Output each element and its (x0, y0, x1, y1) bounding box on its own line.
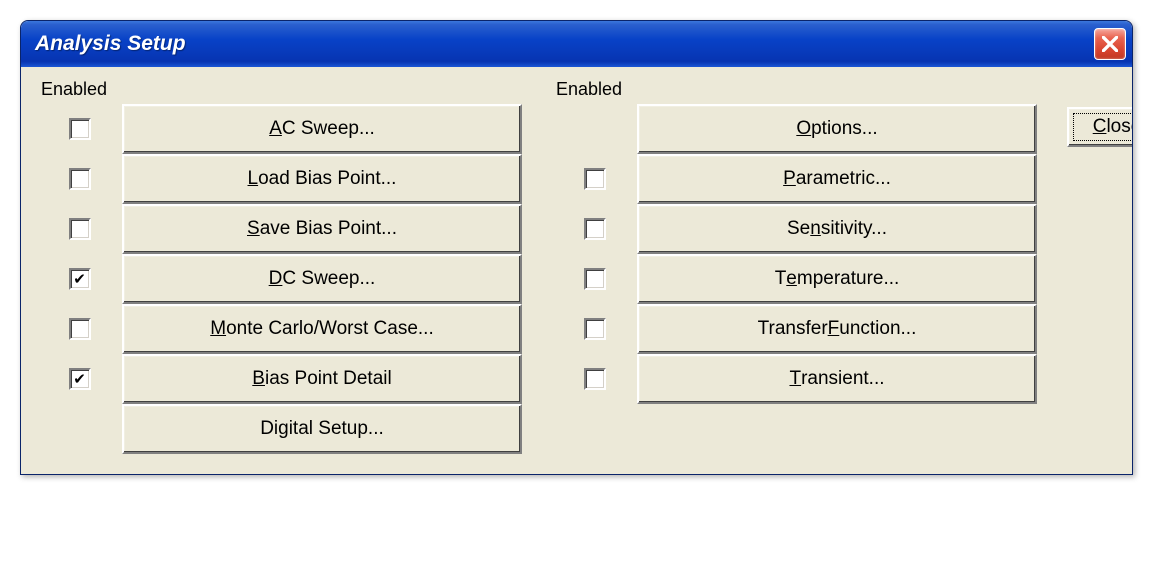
columns-container: Enabled AC Sweep...Load Bias Point...Sav… (37, 79, 1116, 454)
checkbox-cell (37, 318, 122, 340)
close-button-focus-ring: Close (1073, 113, 1133, 141)
button-label-mnemonic: e (786, 268, 797, 290)
right-analysis-button-1[interactable]: Parametric... (637, 154, 1037, 204)
button-label-mnemonic: A (269, 118, 282, 140)
right-checkbox-1[interactable] (584, 168, 606, 190)
checkbox-cell (37, 418, 122, 440)
checkbox-cell: ✔ (37, 268, 122, 290)
right-analysis-button-0[interactable]: Options... (637, 104, 1037, 154)
left-analysis-button-3[interactable]: DC Sweep... (122, 254, 522, 304)
checkbox-cell (552, 368, 637, 390)
button-label-mnemonic: n (810, 218, 821, 240)
left-column: Enabled AC Sweep...Load Bias Point...Sav… (37, 79, 522, 454)
button-label-mnemonic: P (783, 168, 796, 190)
window-title: Analysis Setup (35, 32, 186, 56)
close-button[interactable]: Close (1067, 107, 1133, 147)
close-icon[interactable] (1094, 28, 1126, 60)
checkbox-cell (552, 218, 637, 240)
left-row: ✔ Bias Point Detail (37, 354, 522, 404)
right-row: Transfer Function... (552, 304, 1037, 354)
button-label-post: C Sweep... (282, 118, 375, 140)
button-label-post: oad Bias Point... (258, 168, 396, 190)
checkbox-cell (552, 318, 637, 340)
analysis-setup-dialog: Analysis Setup Enabled AC Sweep...Load B… (20, 20, 1133, 475)
right-row: Options... (552, 104, 1037, 154)
left-analysis-button-1[interactable]: Load Bias Point... (122, 154, 522, 204)
left-row: Save Bias Point... (37, 204, 522, 254)
button-label-pre: Transfer (758, 318, 828, 340)
checkbox-cell (552, 168, 637, 190)
right-analysis-button-3[interactable]: Temperature... (637, 254, 1037, 304)
left-checkbox-0[interactable] (69, 118, 91, 140)
left-analysis-button-6[interactable]: Digital Setup... (122, 404, 522, 454)
right-analysis-button-5[interactable]: Transient... (637, 354, 1037, 404)
right-row: Parametric... (552, 154, 1037, 204)
button-label-post: mperature... (797, 268, 899, 290)
button-label-post: ave Bias Point... (260, 218, 397, 240)
checkbox-cell (552, 118, 637, 140)
button-label-mnemonic: O (796, 118, 811, 140)
close-button-label: Close (1093, 116, 1133, 138)
left-analysis-button-5[interactable]: Bias Point Detail (122, 354, 522, 404)
x-glyph (1102, 36, 1118, 52)
left-analysis-button-4[interactable]: Monte Carlo/Worst Case... (122, 304, 522, 354)
checkbox-cell (37, 168, 122, 190)
right-analysis-button-2[interactable]: Sensitivity... (637, 204, 1037, 254)
right-row: Transient... (552, 354, 1037, 404)
button-label-mnemonic: F (828, 318, 840, 340)
left-analysis-button-0[interactable]: AC Sweep... (122, 104, 522, 154)
right-checkbox-4[interactable] (584, 318, 606, 340)
right-row: Sensitivity... (552, 204, 1037, 254)
button-label-post: ptions... (811, 118, 878, 140)
side-column: Close (1067, 79, 1133, 147)
button-label-mnemonic: B (252, 368, 265, 390)
left-row: Monte Carlo/Worst Case... (37, 304, 522, 354)
button-label-mnemonic: D (269, 268, 283, 290)
button-label-post: ransient... (801, 368, 884, 390)
dialog-body: Enabled AC Sweep...Load Bias Point...Sav… (21, 67, 1132, 474)
checkbox-cell: ✔ (37, 368, 122, 390)
checkbox-cell (37, 118, 122, 140)
left-checkbox-1[interactable] (69, 168, 91, 190)
button-label-pre: Se (787, 218, 810, 240)
left-row: ✔ DC Sweep... (37, 254, 522, 304)
right-row: Temperature... (552, 254, 1037, 304)
button-label-pre: T (775, 268, 787, 290)
button-label-post: unction... (839, 318, 916, 340)
button-label-post: onte Carlo/Worst Case... (226, 318, 434, 340)
button-label-post: arametric... (796, 168, 891, 190)
left-row: AC Sweep... (37, 104, 522, 154)
button-label-mnemonic: T (789, 368, 801, 390)
right-analysis-button-4[interactable]: Transfer Function... (637, 304, 1037, 354)
checkbox-cell (37, 218, 122, 240)
left-checkbox-3[interactable]: ✔ (69, 268, 91, 290)
enabled-header-right: Enabled (552, 79, 1037, 100)
button-label-post: C Sweep... (282, 268, 375, 290)
left-row: Digital Setup... (37, 404, 522, 454)
right-checkbox-3[interactable] (584, 268, 606, 290)
right-checkbox-2[interactable] (584, 218, 606, 240)
right-checkbox-5[interactable] (584, 368, 606, 390)
titlebar[interactable]: Analysis Setup (21, 21, 1132, 67)
button-label-mnemonic: L (248, 168, 259, 190)
button-label-mnemonic: S (247, 218, 260, 240)
checkbox-cell (552, 268, 637, 290)
left-checkbox-2[interactable] (69, 218, 91, 240)
button-label-mnemonic: M (210, 318, 226, 340)
button-label-post: sitivity... (821, 218, 887, 240)
left-row: Load Bias Point... (37, 154, 522, 204)
left-checkbox-4[interactable] (69, 318, 91, 340)
right-column: Enabled Options...Parametric...Sensitivi… (552, 79, 1037, 404)
enabled-header-left: Enabled (37, 79, 522, 100)
button-label-post: ias Point Detail (265, 368, 392, 390)
button-label-pre: Digital Setup... (260, 418, 384, 440)
left-checkbox-5[interactable]: ✔ (69, 368, 91, 390)
left-analysis-button-2[interactable]: Save Bias Point... (122, 204, 522, 254)
